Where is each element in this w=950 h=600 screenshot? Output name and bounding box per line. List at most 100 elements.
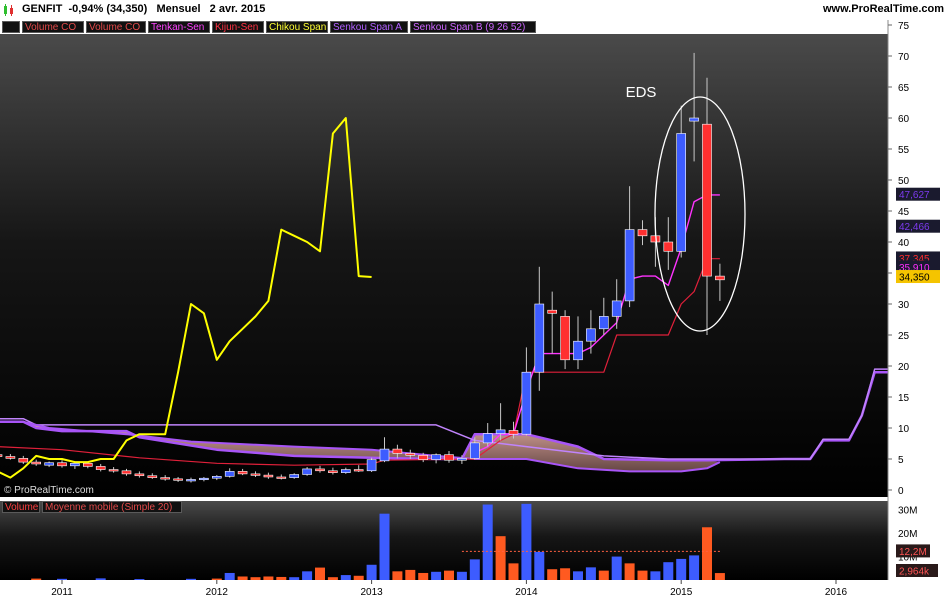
indicator-legend: Volume CO Volume CO Tenkan-Sen Kijun-Sen Chi…: [0, 20, 888, 34]
volume-bar: [340, 575, 351, 580]
candle-body: [276, 476, 287, 479]
volume-bar: [469, 559, 480, 580]
candle-body: [340, 469, 351, 473]
y-tick-label: 50: [898, 176, 910, 187]
volume-bar: [31, 578, 42, 580]
volume-tick-label: 30M: [898, 506, 917, 517]
candle-body: [469, 442, 480, 459]
volume-last-value: 2,964k: [899, 567, 930, 578]
volume-bar: [547, 569, 558, 580]
x-tick-label: 2012: [206, 587, 229, 598]
legend-item[interactable]: Tenkan-Sen: [148, 21, 210, 33]
volume-bar: [624, 563, 635, 580]
candle-body: [547, 309, 558, 314]
candle-body: [431, 454, 441, 460]
candle-body: [495, 429, 506, 434]
volume-bar: [134, 579, 145, 580]
candle-body: [353, 469, 364, 472]
price-label: 34,350: [896, 270, 940, 284]
volume-bar: [57, 578, 67, 580]
legend-item[interactable]: Senkou Span B (9 26 52): [410, 21, 536, 33]
x-tick-label: 2011: [51, 587, 73, 598]
candle-body: [289, 474, 300, 478]
candle-body: [444, 454, 454, 461]
volume-bar: [585, 567, 596, 580]
legend-item[interactable]: Volume CO: [22, 21, 84, 33]
volume-legend-item[interactable]: Moyenne mobile (Simple 20): [42, 501, 182, 513]
candle: [366, 457, 377, 473]
volume-ma-value: 12,2M: [899, 547, 927, 558]
volume-bar: [456, 571, 467, 580]
volume-bar: [224, 572, 235, 580]
candle-body: [95, 466, 106, 470]
candle-body: [598, 316, 609, 330]
candle-body: [0, 454, 3, 457]
y-tick-label: 20: [898, 362, 910, 373]
candle-body: [560, 316, 570, 361]
candle-body: [611, 300, 622, 317]
price-label-text: 47,627: [899, 190, 930, 201]
volume-bar: [353, 575, 364, 580]
volume-last-label: 2,964k: [896, 564, 938, 578]
candle-body: [70, 463, 80, 467]
y-tick-label: 15: [898, 393, 910, 404]
price-label: 42,466: [896, 219, 940, 233]
candle-body: [44, 462, 54, 466]
candle-body: [534, 303, 545, 373]
price-label-text: 34,350: [899, 273, 930, 284]
candle-body: [366, 459, 377, 472]
candle-body: [702, 123, 712, 277]
volume-bar: [598, 570, 609, 580]
copyright-text: © ProRealTime.com: [4, 485, 94, 496]
candle-body: [624, 229, 635, 302]
candle-body: [521, 371, 532, 435]
legend-item[interactable]: Volume CO: [86, 21, 146, 33]
candle-body: [5, 456, 16, 459]
volume-bar: [444, 570, 454, 580]
volume-tick-label: 20M: [898, 529, 917, 540]
y-tick-label: 75: [898, 21, 910, 32]
candle-body: [83, 463, 93, 467]
candle-body: [663, 241, 674, 252]
volume-bar: [508, 563, 519, 580]
price-label-text: 42,466: [899, 222, 930, 233]
volume-bar: [495, 536, 506, 580]
candle-body: [250, 473, 261, 476]
volume-bar: [702, 527, 712, 580]
legend-item[interactable]: [2, 21, 20, 33]
y-tick-label: 45: [898, 207, 910, 218]
legend-item[interactable]: Kijun-Sen: [212, 21, 264, 33]
volume-bar: [676, 558, 687, 580]
candle-body: [315, 468, 325, 472]
eds-annotation: EDS: [626, 84, 657, 101]
candle-body: [108, 469, 119, 472]
y-tick-label: 5: [898, 455, 904, 466]
volume-bar: [431, 571, 442, 580]
x-tick-label: 2014: [515, 587, 538, 598]
legend-item[interactable]: Chikou Span: [266, 21, 328, 33]
candle-body: [508, 430, 519, 435]
candle-body: [405, 453, 416, 456]
candle-body: [328, 470, 338, 473]
volume-bar: [327, 577, 338, 580]
volume-bar: [405, 569, 416, 580]
candle-body: [418, 454, 429, 460]
volume-bar: [663, 562, 674, 580]
volume-bar: [392, 571, 403, 580]
y-tick-label: 40: [898, 238, 910, 249]
candle-body: [212, 476, 222, 479]
volume-bar: [186, 578, 196, 580]
volume-legend-item[interactable]: Volume: [2, 501, 40, 513]
x-axis-panel: [0, 580, 950, 600]
candle-body: [160, 477, 170, 480]
volume-bar: [315, 567, 325, 580]
volume-bar: [276, 576, 287, 580]
y-tick-label: 70: [898, 52, 910, 63]
volume-bar: [302, 571, 313, 580]
candle-body: [237, 471, 248, 475]
volume-bar: [237, 576, 248, 580]
volume-bar: [611, 556, 622, 580]
legend-item[interactable]: Senkou Span A: [330, 21, 408, 33]
candle-body: [637, 229, 648, 237]
volume-bar: [714, 573, 725, 580]
